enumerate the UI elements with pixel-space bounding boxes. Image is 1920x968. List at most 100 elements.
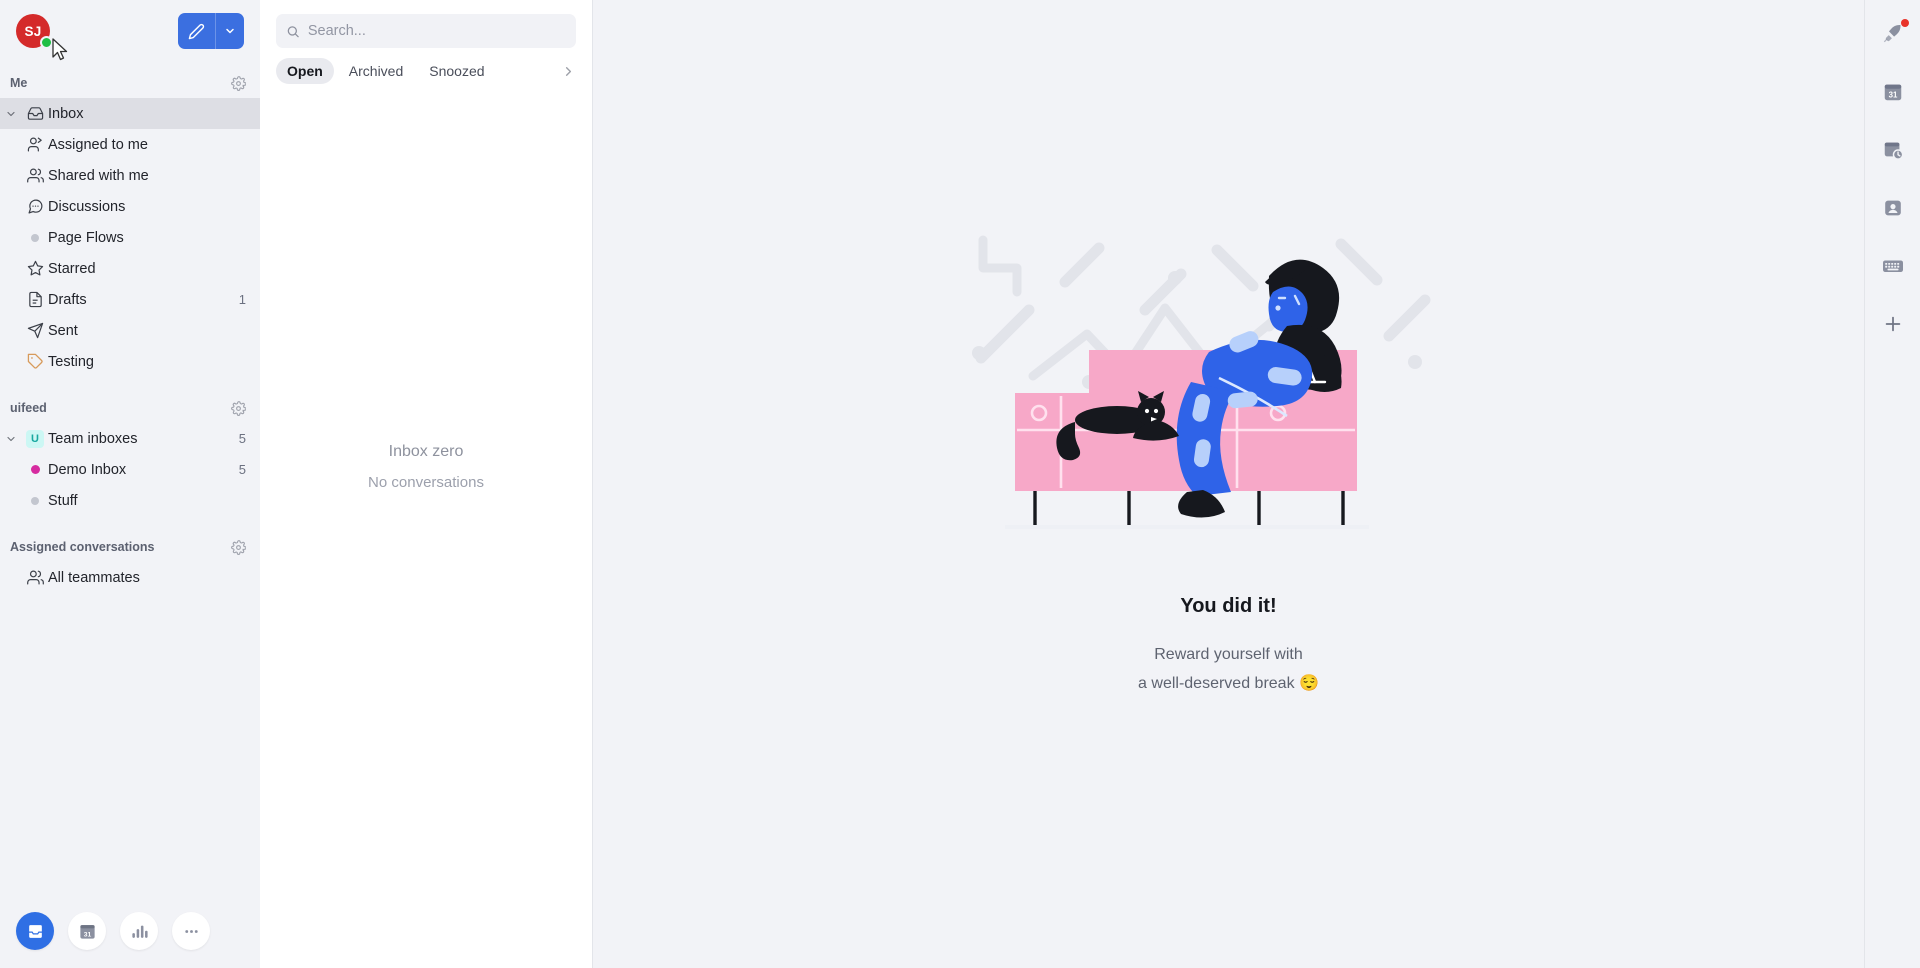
conversation-tabs: Open Archived Snoozed	[260, 48, 592, 84]
compose-button-group	[178, 13, 244, 49]
bar-chart-icon	[131, 925, 148, 938]
sidebar-item-team-inboxes[interactable]: U Team inboxes 5	[0, 423, 260, 454]
hero-subtitle: Reward yourself with a well-deserved bre…	[969, 640, 1489, 698]
star-icon	[22, 260, 48, 277]
chevron-right-icon	[565, 66, 572, 76]
main-content: You did it! Reward yourself with a well-…	[593, 0, 1864, 968]
conversation-list-pane: Open Archived Snoozed Inbox zero No conv…	[260, 0, 593, 968]
pencil-icon	[188, 23, 205, 39]
hero-title: You did it!	[1180, 595, 1277, 617]
sidebar-item-label: Assigned to me	[48, 136, 148, 153]
inbox-icon	[28, 924, 42, 938]
assigned-person-icon	[22, 136, 48, 153]
sidebar-item-label: Team inboxes	[48, 430, 138, 447]
chat-bubble-icon	[22, 198, 48, 215]
empty-list-subtitle: No conversations	[368, 474, 484, 491]
search-box[interactable]	[276, 14, 576, 48]
sidebar-item-label: Sent	[48, 322, 78, 339]
gear-icon[interactable]	[231, 75, 246, 91]
hero-subtitle-line2: a well-deserved break 😌	[1138, 675, 1319, 692]
plus-icon	[1885, 316, 1900, 332]
search-container	[260, 0, 592, 48]
rail-item-snooze[interactable]	[1873, 130, 1913, 170]
sidebar-item-starred[interactable]: Starred	[0, 253, 260, 284]
sidebar-item-inbox[interactable]: Inbox	[0, 98, 260, 129]
section-header-uifeed: uifeed	[0, 393, 260, 423]
sidebar-item-demo-inbox[interactable]: Demo Inbox 5	[0, 454, 260, 485]
tag-icon	[22, 353, 48, 370]
chevron-down-icon	[226, 28, 234, 34]
rail-item-calendar[interactable]: 31	[1873, 72, 1913, 112]
sidebar-item-label: Inbox	[48, 105, 84, 122]
chevron-down-icon[interactable]	[0, 433, 22, 445]
person-relaxing-on-couch-illustration	[971, 235, 1430, 529]
empty-conversation-list: Inbox zero No conversations	[260, 84, 592, 968]
rail-item-rocket[interactable]	[1873, 14, 1913, 54]
gear-icon[interactable]	[231, 539, 246, 555]
rail-item-contacts[interactable]	[1873, 188, 1913, 228]
sidebar-item-label: Shared with me	[48, 167, 149, 184]
gear-icon[interactable]	[231, 400, 246, 416]
calendar-clock-icon	[1884, 142, 1903, 160]
sidebar-item-label: Starred	[48, 260, 96, 277]
sidebar-item-discussions[interactable]: Discussions	[0, 191, 260, 222]
section-header-assigned-conversations: Assigned conversations	[0, 532, 260, 562]
sidebar-item-stuff[interactable]: Stuff	[0, 485, 260, 516]
chevron-down-icon[interactable]	[0, 108, 22, 120]
empty-list-title: Inbox zero	[388, 443, 464, 460]
dot-icon	[22, 233, 48, 242]
bottom-nav-analytics[interactable]	[120, 912, 158, 950]
tabs-overflow-button[interactable]	[561, 64, 582, 79]
sidebar-item-shared-with-me[interactable]: Shared with me	[0, 160, 260, 191]
sidebar-item-testing[interactable]: Testing	[0, 346, 260, 377]
bottom-nav-inbox[interactable]	[16, 912, 54, 950]
document-icon	[22, 291, 48, 308]
rail-item-shortcuts[interactable]	[1873, 246, 1913, 286]
sidebar-item-count: 5	[238, 462, 246, 477]
bottom-nav-calendar[interactable]: 31	[68, 912, 106, 950]
rail-item-add[interactable]	[1873, 304, 1913, 344]
contact-card-icon	[1884, 200, 1901, 216]
sidebar-item-count: 5	[238, 431, 246, 446]
sidebar-item-assigned-to-me[interactable]: Assigned to me	[0, 129, 260, 160]
people-icon	[22, 167, 48, 184]
ellipsis-icon	[184, 929, 198, 933]
pink-dot-icon	[22, 465, 48, 474]
dot-icon	[22, 496, 48, 505]
sidebar-item-label: Page Flows	[48, 229, 124, 246]
svg-text:31: 31	[1888, 91, 1897, 100]
tab-archived[interactable]: Archived	[338, 58, 414, 84]
mouse-cursor	[52, 38, 68, 61]
compose-dropdown-button[interactable]	[216, 13, 244, 49]
sidebar-header: SJ	[0, 0, 260, 62]
presence-indicator	[40, 36, 53, 49]
sidebar-item-page-flows[interactable]: Page Flows	[0, 222, 260, 253]
compose-button[interactable]	[178, 13, 216, 49]
section-title: Assigned conversations	[10, 540, 155, 554]
sidebar-nav: Me Inbox Assigned to me Shared with me D…	[0, 62, 260, 894]
sidebar-item-label: All teammates	[48, 569, 140, 586]
section-title: Me	[10, 76, 28, 90]
app-root: SJ Me Inbox Assigned to me Shared with m…	[0, 0, 1920, 968]
sidebar-item-sent[interactable]: Sent	[0, 315, 260, 346]
bottom-nav-more[interactable]	[172, 912, 210, 950]
tab-open[interactable]: Open	[276, 58, 334, 84]
sidebar-item-all-teammates[interactable]: All teammates	[0, 562, 260, 593]
rocket-icon	[1883, 24, 1901, 43]
section-header-me: Me	[0, 68, 260, 98]
sidebar-item-drafts[interactable]: Drafts 1	[0, 284, 260, 315]
search-input[interactable]	[307, 23, 566, 39]
keyboard-icon	[1882, 260, 1903, 272]
avatar[interactable]: SJ	[16, 14, 53, 49]
sidebar-item-count: 1	[238, 292, 246, 307]
tab-snoozed[interactable]: Snoozed	[418, 58, 495, 84]
team-badge-icon: U	[22, 429, 48, 448]
inbox-icon	[22, 105, 48, 122]
calendar-31-icon: 31	[79, 924, 95, 939]
sidebar-item-label: Stuff	[48, 492, 78, 509]
sidebar-bottom-nav: 31	[0, 894, 260, 968]
calendar-31-icon: 31	[1884, 84, 1901, 101]
sidebar-item-label: Drafts	[48, 291, 87, 308]
svg-text:31: 31	[83, 931, 91, 938]
people-icon	[22, 569, 48, 586]
